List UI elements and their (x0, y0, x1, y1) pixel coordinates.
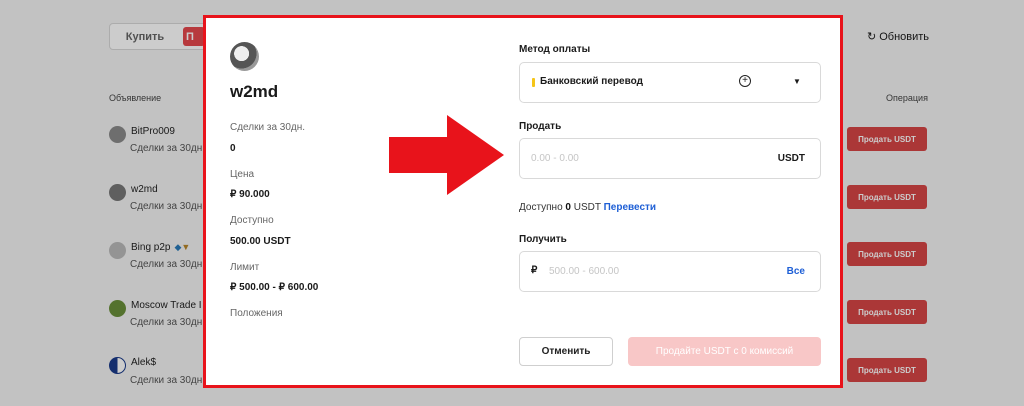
cancel-button[interactable]: Отменить (519, 337, 613, 366)
available-unit: USDT (573, 202, 601, 213)
available-value: 500.00 USDT (230, 236, 291, 247)
receive-label: Получить (519, 234, 567, 245)
price-value: ₽ 90.000 (230, 189, 270, 200)
sell-label: Продать (519, 121, 562, 132)
receive-amount-placeholder: 500.00 - 600.00 (549, 266, 620, 277)
deals-label: Сделки за 30дн. (230, 122, 306, 133)
payment-method-value: Банковский перевод (540, 76, 643, 87)
price-label: Цена (230, 169, 255, 180)
available-label: Доступно (230, 215, 274, 226)
available-balance: Доступно 0 USDT Перевести (519, 202, 656, 213)
ruble-icon: ₽ (531, 265, 538, 276)
bank-marker-icon (532, 78, 535, 87)
avatar (230, 42, 259, 71)
terms-label: Положения (230, 308, 283, 319)
deals-value: 0 (230, 143, 236, 154)
transfer-link[interactable]: Перевести (604, 202, 656, 213)
sell-order-modal: w2md Сделки за 30дн. 0 Цена ₽ 90.000 Дос… (203, 15, 843, 388)
receive-all-link[interactable]: Все (787, 266, 805, 277)
sell-currency: USDT (777, 153, 805, 164)
sell-amount-input[interactable]: 0.00 - 0.00 USDT (519, 138, 821, 179)
trader-name: w2md (230, 82, 279, 101)
limit-value: ₽ 500.00 - ₽ 600.00 (230, 282, 319, 293)
available-prefix: Доступно (519, 202, 563, 213)
sell-amount-placeholder: 0.00 - 0.00 (531, 153, 579, 164)
limit-label: Лимит (230, 262, 260, 273)
payment-method-label: Метод оплаты (519, 44, 591, 55)
sell-submit-button[interactable]: Продайте USDT с 0 комиссий (628, 337, 821, 366)
chevron-down-icon[interactable]: ▼ (793, 77, 801, 86)
receive-amount-input[interactable]: ₽ 500.00 - 600.00 Все (519, 251, 821, 292)
red-arrow-icon (389, 115, 504, 195)
add-payment-method-icon[interactable]: + (739, 75, 751, 87)
payment-method-select[interactable]: Банковский перевод + ▼ (519, 62, 821, 103)
available-amount: 0 (565, 202, 571, 213)
